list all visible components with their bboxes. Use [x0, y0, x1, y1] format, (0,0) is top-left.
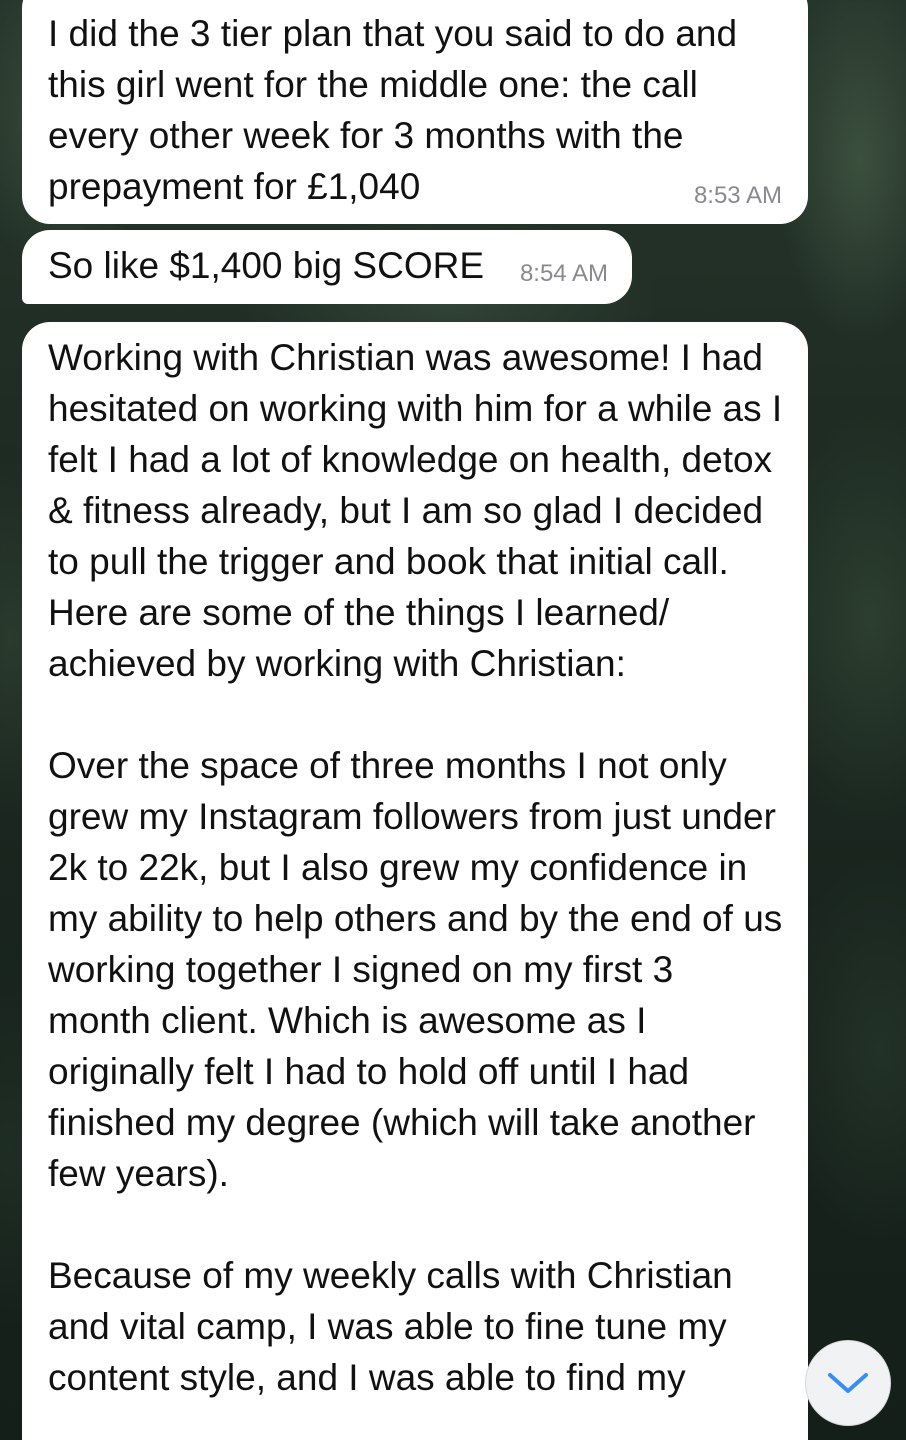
scroll-to-bottom-button[interactable]: [805, 1340, 891, 1426]
chevron-down-icon: [828, 1373, 868, 1393]
message-bubble[interactable]: I did the 3 tier plan that you said to d…: [22, 0, 808, 224]
message-text: I did the 3 tier plan that you said to d…: [48, 13, 748, 207]
message-bubble[interactable]: Working with Christian was awesome! I ha…: [22, 322, 808, 1440]
message-timestamp: 8:54 AM: [519, 260, 608, 287]
message-text: Working with Christian was awesome! I ha…: [48, 337, 783, 1398]
message-timestamp: 8:53 AM: [693, 182, 782, 209]
message-bubble[interactable]: So like $1,400 big SCORE 8:54 AM: [22, 230, 632, 304]
chat-area[interactable]: I did the 3 tier plan that you said to d…: [0, 0, 906, 1440]
